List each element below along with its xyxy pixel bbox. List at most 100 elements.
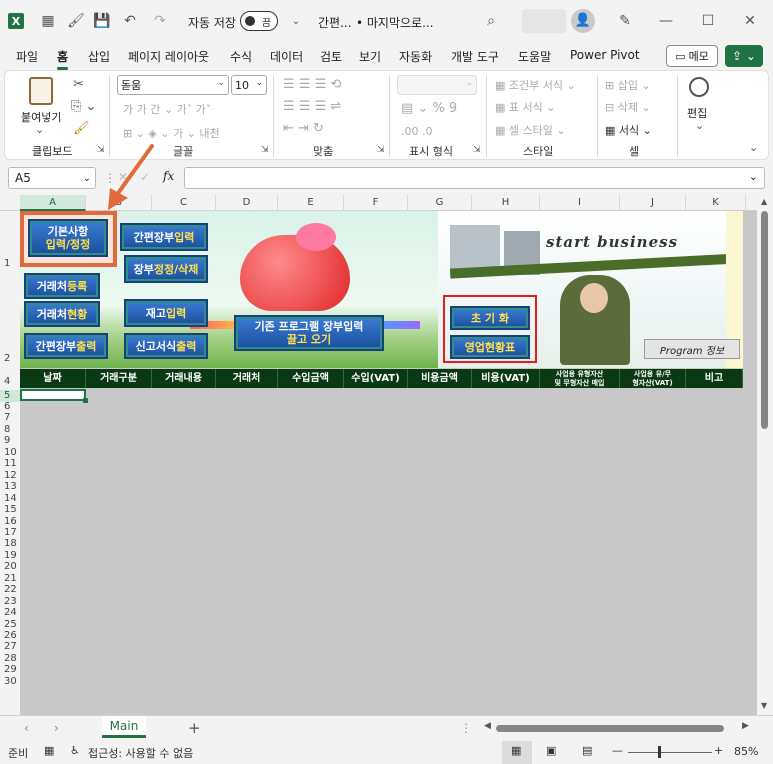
memo-button[interactable]: ▭ 메모 — [666, 45, 718, 67]
row-header-10[interactable]: 10 — [0, 447, 20, 458]
row-header-8[interactable]: 8 — [0, 424, 20, 435]
cut-icon[interactable]: ✂ — [73, 77, 84, 92]
row-header-26[interactable]: 26 — [0, 631, 20, 641]
col-header-i[interactable]: I — [540, 195, 620, 211]
zoom-slider-thumb[interactable] — [658, 746, 661, 758]
row-header-24[interactable]: 24 — [0, 608, 20, 618]
formula-input[interactable]: ⌄ — [184, 167, 765, 189]
import-ledger-button[interactable]: 기존 프로그램 장부입력 끌고 오기 — [234, 315, 384, 351]
row-header-4[interactable]: 4 — [0, 377, 20, 387]
avatar-icon[interactable]: 👤 — [571, 9, 595, 33]
header-partner[interactable]: 거래처 — [216, 369, 278, 388]
search-icon[interactable]: ⌕ — [481, 11, 501, 31]
expand-formula-icon[interactable]: ⌄ — [749, 170, 758, 183]
tab-file[interactable]: 파일 — [16, 48, 38, 65]
header-content[interactable]: 거래내용 — [152, 369, 216, 388]
header-asset-vat[interactable]: 사업용 유/무 형자산(VAT) — [620, 369, 686, 388]
row-header-23[interactable]: 23 — [0, 596, 20, 607]
scroll-up-icon[interactable]: ▲ — [761, 197, 767, 206]
name-box[interactable]: A5 ⌄ — [8, 167, 96, 189]
tab-developer[interactable]: 개발 도구 — [451, 48, 499, 65]
font-size-combo[interactable]: 10 ⌄ — [231, 75, 267, 95]
prev-sheet-icon[interactable]: ‹ — [24, 721, 29, 735]
restore-icon[interactable]: ☐ — [698, 11, 718, 31]
tab-insert[interactable]: 삽입 — [88, 48, 110, 65]
tab-power-pivot[interactable]: Power Pivot — [570, 48, 640, 62]
row-header-21[interactable]: 21 — [0, 573, 20, 584]
fill-handle[interactable] — [83, 398, 88, 403]
header-note[interactable]: 비고 — [686, 369, 743, 388]
row-header-15[interactable]: 15 — [0, 505, 20, 515]
row-header-11[interactable]: 11 — [0, 459, 20, 469]
row-header-27[interactable]: 27 — [0, 642, 20, 652]
number-launcher-icon[interactable]: ⇲ — [473, 145, 481, 155]
tab-view[interactable]: 보기 — [359, 48, 381, 65]
save-icon[interactable]: 💾 — [92, 11, 112, 31]
font-name-combo[interactable]: 돋움 ⌄ — [117, 75, 229, 95]
undo-icon[interactable]: ↶ — [120, 11, 140, 31]
autosave-toggle[interactable]: 끔 — [240, 11, 278, 31]
col-header-g[interactable]: G — [408, 195, 472, 211]
copy-icon[interactable]: ⎘ ⌄ — [71, 99, 96, 114]
col-header-h[interactable]: H — [472, 195, 540, 211]
scroll-down-icon[interactable]: ▼ — [761, 701, 767, 710]
zoom-slider[interactable] — [628, 752, 712, 753]
tab-help[interactable]: 도움말 — [518, 48, 551, 65]
row-header-22[interactable]: 22 — [0, 585, 20, 595]
number-format-combo[interactable]: ⌄ — [397, 75, 477, 95]
format-painter-quick-icon[interactable]: 🖌 — [66, 11, 86, 31]
ledger-edit-button[interactable]: 장부 정정/삭제 — [124, 255, 208, 283]
accessibility-status[interactable]: 접근성: 사용할 수 없음 — [88, 745, 193, 761]
row-header-19[interactable]: 19 — [0, 550, 20, 561]
tab-page-layout[interactable]: 페이지 레이아웃 — [128, 48, 209, 65]
currency-percent-icons[interactable]: ▤ ⌄ % 9 — [401, 101, 457, 116]
row-header-7[interactable]: 7 — [0, 413, 20, 423]
col-header-j[interactable]: J — [620, 195, 686, 211]
row-header-12[interactable]: 12 — [0, 470, 20, 481]
row-header-17[interactable]: 17 — [0, 527, 20, 538]
header-income-vat[interactable]: 수입(VAT) — [344, 369, 408, 388]
row-header-29[interactable]: 29 — [0, 665, 20, 675]
row-header-13[interactable]: 13 — [0, 482, 20, 492]
header-expense-vat[interactable]: 비용(VAT) — [472, 369, 540, 388]
delete-cells-button[interactable]: ⊟ 삭제 ⌄ — [605, 99, 651, 115]
zoom-level[interactable]: 85% — [734, 745, 758, 758]
program-info-button[interactable]: Program 정보 — [644, 339, 740, 359]
table-format-button[interactable]: ▦ 표 서식 ⌄ — [495, 99, 555, 115]
edit-search-icon[interactable] — [689, 77, 709, 97]
splitter-icon[interactable]: ⋮ — [460, 721, 472, 735]
sheet-tab-main[interactable]: Main — [102, 716, 146, 738]
save-location[interactable]: • 마지막으로... — [356, 14, 434, 31]
paste-dropdown-icon[interactable]: ⌄ — [35, 123, 44, 136]
col-header-c[interactable]: C — [152, 195, 216, 211]
decimal-icons[interactable]: .00 .0 — [401, 125, 433, 138]
border-fill-color-icon[interactable]: ⊞ ⌄ ◈ ⌄ 가 ⌄ 내천 — [123, 125, 220, 141]
row-header-6[interactable]: 6 — [0, 402, 20, 412]
tab-review[interactable]: 검토 — [320, 48, 342, 65]
col-header-f[interactable]: F — [344, 195, 408, 211]
row-header-28[interactable]: 28 — [0, 653, 20, 664]
simple-ledger-input-button[interactable]: 간편장부 입력 — [120, 223, 208, 251]
edit-dropdown-icon[interactable]: ⌄ — [695, 119, 704, 132]
scroll-right-icon[interactable]: ▶ — [742, 721, 749, 731]
header-asset-purchase[interactable]: 사업용 유형자산 및 무형자산 매입 — [540, 369, 620, 388]
horizontal-scroll-thumb[interactable] — [496, 725, 724, 732]
share-button[interactable]: ⇪ ⌄ — [725, 45, 763, 67]
grid-icon[interactable]: ▦ — [38, 11, 58, 31]
simple-ledger-print-button[interactable]: 간편장부 출력 — [24, 333, 108, 359]
format-cells-button[interactable]: ▦ 서식 ⌄ — [605, 122, 652, 138]
scroll-left-icon[interactable]: ◀ — [484, 721, 491, 731]
col-header-k[interactable]: K — [686, 195, 746, 211]
horizontal-align-icons[interactable]: ☰ ☰ ☰ ⇌ — [283, 99, 341, 114]
header-date[interactable]: 날짜 — [20, 369, 86, 388]
file-name[interactable]: 간편... — [318, 14, 352, 31]
insert-function-icon[interactable]: fx — [163, 169, 174, 183]
stock-input-button[interactable]: 재고 입력 — [124, 299, 208, 327]
paste-icon[interactable] — [29, 77, 53, 105]
redo-icon[interactable]: ↷ — [150, 11, 170, 31]
zoom-in-icon[interactable]: + — [714, 744, 723, 757]
reset-button[interactable]: 초 기 화 — [450, 306, 530, 330]
header-type[interactable]: 거래구분 — [86, 369, 152, 388]
tab-automate[interactable]: 자동화 — [399, 48, 432, 65]
partner-status-button[interactable]: 거래처 현황 — [24, 301, 100, 327]
